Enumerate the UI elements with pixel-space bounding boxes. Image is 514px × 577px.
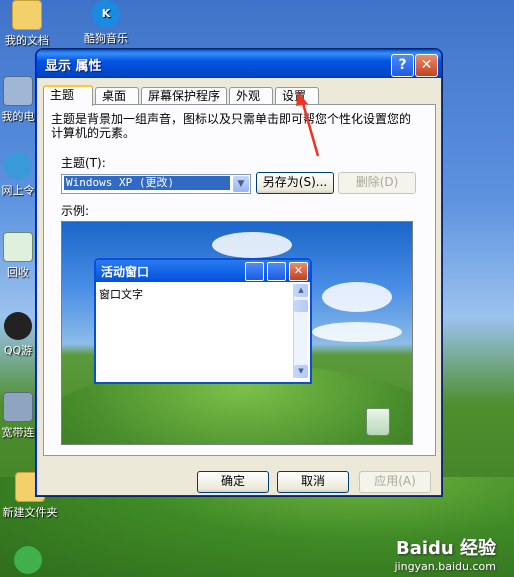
cloud — [312, 322, 402, 342]
tab-appearance[interactable]: 外观 — [229, 87, 273, 104]
theme-select-value: Windows XP (更改) — [64, 176, 230, 190]
desktop-icon-broadband[interactable]: 宽带连 — [0, 392, 36, 440]
tab-themes[interactable]: 主题 — [43, 85, 93, 106]
recycle-bin-icon — [3, 232, 33, 262]
computer-icon — [3, 76, 33, 106]
desktop-icon-kugou[interactable]: K 酷狗音乐 — [76, 0, 136, 46]
desktop-icon-label: 我的电 — [1, 110, 35, 123]
kugou-icon: K — [92, 0, 120, 28]
preview-label: 示例: — [61, 204, 90, 218]
desktop-icon-label: 新建文件夹 — [2, 506, 58, 519]
desktop-icon-label: 宽带连 — [1, 426, 35, 439]
broadband-connection-icon — [3, 392, 33, 422]
desktop-icon-qq-game[interactable]: QQ游 — [0, 312, 36, 358]
minimize-icon — [245, 262, 264, 281]
apply-button[interactable]: 应用(A) — [359, 471, 431, 493]
desktop-icon-network[interactable]: 网上令 — [0, 152, 36, 198]
preview-title-bar: 活动窗口 ✕ — [96, 260, 310, 282]
delete-button[interactable]: 删除(D) — [338, 172, 416, 194]
network-icon — [4, 152, 32, 180]
preview-window-text: 窗口文字 — [99, 288, 143, 301]
annotation-arrow — [296, 92, 320, 157]
themes-description: 主题是背景加一组声音，图标以及只需单击即可帮您个性化设置您的计算机的元素。 — [51, 112, 412, 140]
ok-button[interactable]: 确定 — [197, 471, 269, 493]
theme-select[interactable]: Windows XP (更改) ▼ — [61, 174, 251, 194]
save-as-button[interactable]: 另存为(S)... — [256, 172, 334, 194]
close-button[interactable]: ✕ — [415, 54, 438, 77]
title-bar[interactable]: 显示 属性 ? ✕ — [37, 50, 441, 78]
recycle-bin-icon — [366, 408, 390, 436]
help-button[interactable]: ? — [391, 54, 414, 77]
chevron-down-icon[interactable]: ▼ — [233, 176, 249, 192]
display-properties-window: 显示 属性 ? ✕ 主题 桌面 屏幕保护程序 外观 设置 主题是背景加一组声音，… — [36, 49, 442, 496]
desktop-icon-partial[interactable] — [12, 546, 44, 576]
qq-icon — [4, 312, 32, 340]
desktop-icon-recycle-bin[interactable]: 回收 — [0, 232, 36, 280]
refresh-icon — [14, 546, 42, 574]
close-icon: ✕ — [289, 262, 308, 281]
watermark-url: jingyan.baidu.com — [394, 560, 496, 573]
desktop-icon-label: 我的文档 — [5, 34, 49, 47]
desktop-icon-label: 酷狗音乐 — [84, 32, 128, 45]
desktop-icon-label: 回收 — [7, 266, 29, 279]
maximize-icon — [267, 262, 286, 281]
cancel-button[interactable]: 取消 — [277, 471, 349, 493]
tab-desktop[interactable]: 桌面 — [95, 87, 139, 104]
theme-label: 主题(T): — [61, 156, 106, 170]
folder-icon — [12, 0, 42, 30]
tab-screensaver[interactable]: 屏幕保护程序 — [141, 87, 227, 104]
scroll-thumb — [294, 300, 308, 312]
desktop-icon-my-computer[interactable]: 我的电 — [0, 76, 36, 124]
scroll-down-icon: ▼ — [294, 365, 308, 378]
baidu-watermark: Baidu 经验 jingyan.baidu.com — [394, 534, 496, 573]
desktop-icon-label: QQ游 — [3, 344, 33, 357]
theme-preview: 活动窗口 ✕ 窗口文字 ▲ ▼ — [61, 221, 413, 445]
preview-active-window: 活动窗口 ✕ 窗口文字 ▲ ▼ — [94, 258, 312, 384]
window-title: 显示 属性 — [45, 59, 102, 74]
scroll-up-icon: ▲ — [294, 284, 308, 297]
desktop-icon-my-documents[interactable]: 我的文档 — [2, 0, 52, 48]
desktop-icon-label: 网上令 — [1, 184, 35, 197]
preview-window-title: 活动窗口 — [101, 265, 150, 279]
watermark-title: Baidu 经验 — [395, 538, 496, 559]
cloud — [322, 282, 392, 312]
preview-scrollbar: ▲ ▼ — [293, 284, 308, 378]
cloud — [212, 232, 292, 258]
